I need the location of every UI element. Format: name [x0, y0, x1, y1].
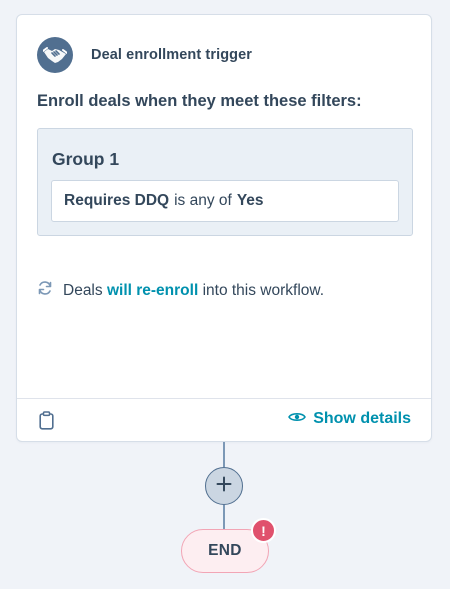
filter-value: Yes	[236, 192, 264, 209]
refresh-icon	[37, 280, 53, 301]
filter-group: Group 1 Requires DDQ is any of Yes	[37, 128, 413, 236]
alert-badge[interactable]: !	[251, 518, 276, 543]
plus-icon	[216, 476, 232, 497]
group-title: Group 1	[52, 149, 120, 169]
reenroll-link[interactable]: will re-enroll	[107, 282, 198, 299]
add-action-button[interactable]	[205, 467, 243, 505]
reenroll-suffix: into this workflow.	[202, 281, 325, 299]
card-header: Deal enrollment trigger	[37, 37, 252, 73]
enrollment-trigger-card[interactable]: Deal enrollment trigger Enroll deals whe…	[16, 14, 432, 442]
clipboard-icon[interactable]	[39, 411, 54, 435]
card-footer: Show details	[17, 398, 431, 442]
reenroll-prefix: Deals	[63, 281, 103, 299]
workflow-canvas: Deal enrollment trigger Enroll deals whe…	[0, 0, 450, 589]
enroll-criteria-heading: Enroll deals when they meet these filter…	[37, 92, 362, 110]
connector-line-bottom	[223, 505, 225, 529]
filter-condition[interactable]: Requires DDQ is any of Yes	[51, 180, 399, 222]
show-details-label: Show details	[313, 410, 411, 427]
handshake-icon	[37, 37, 73, 73]
show-details-button[interactable]: Show details	[288, 410, 411, 428]
reenroll-info: Deals will re-enroll into this workflow.	[37, 280, 324, 301]
filter-property: Requires DDQ	[64, 192, 170, 209]
trigger-title: Deal enrollment trigger	[91, 47, 253, 63]
end-label: END	[208, 542, 242, 559]
connector-line-top	[223, 442, 225, 467]
filter-operator: is any of	[174, 192, 232, 209]
eye-icon	[288, 410, 307, 428]
